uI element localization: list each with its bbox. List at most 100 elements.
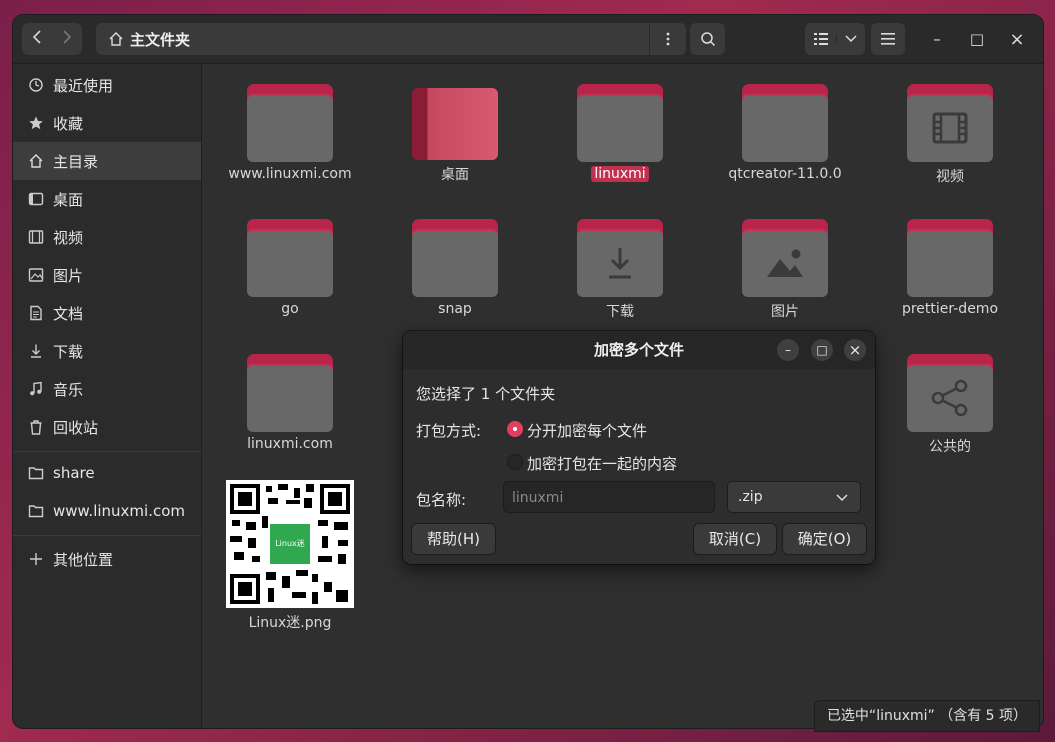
file-name: 图片 — [771, 304, 799, 320]
view-toggle-button[interactable] — [805, 33, 836, 45]
file-item[interactable]: prettier-demo — [875, 219, 1025, 317]
file-name: 视频 — [936, 169, 964, 185]
sidebar-item-desktop[interactable]: 桌面 — [13, 180, 201, 218]
sidebar-item-music[interactable]: 音乐 — [13, 370, 201, 408]
sidebar-divider — [13, 451, 201, 452]
sidebar-item-videos[interactable]: 视频 — [13, 218, 201, 256]
sidebar-item-linuxmi-bookmark[interactable]: www.linuxmi.com — [13, 492, 201, 530]
sidebar-item-label: 其他位置 — [53, 550, 114, 569]
folder-icon — [577, 84, 663, 162]
forward-button[interactable] — [52, 29, 82, 49]
back-button[interactable] — [22, 29, 52, 49]
sidebar-item-home[interactable]: 主目录 — [13, 142, 201, 180]
plus-icon — [25, 552, 47, 566]
dialog-minimize-button[interactable]: – — [777, 339, 799, 361]
file-name: qtcreator-11.0.0 — [728, 166, 842, 182]
file-item[interactable]: linuxmi — [545, 84, 695, 182]
list-view-icon — [813, 33, 828, 45]
file-item[interactable]: 视频 — [875, 84, 1025, 186]
sidebar-item-label: 视频 — [53, 228, 84, 247]
file-name: www.linuxmi.com — [228, 166, 352, 182]
sidebar-item-label: 桌面 — [53, 190, 84, 209]
chevron-down-icon — [836, 494, 848, 502]
chevron-down-icon — [845, 35, 857, 43]
cancel-button[interactable]: 取消(C) — [693, 523, 777, 555]
radio-together[interactable] — [507, 454, 523, 470]
image-icon — [25, 267, 47, 283]
qr-center-label: Linux迷 — [275, 539, 305, 548]
ok-button[interactable]: 确定(O) — [782, 523, 867, 555]
public-folder-icon — [907, 354, 993, 432]
desktop-icon — [25, 191, 47, 207]
minimize-glyph: – — [933, 30, 941, 48]
option-together-label[interactable]: 加密打包在一起的内容 — [527, 453, 677, 474]
sidebar-item-pictures[interactable]: 图片 — [13, 256, 201, 294]
selection-summary: 您选择了 1 个文件夹 — [416, 385, 556, 403]
status-bar: 已选中“linuxmi” （含有 5 项） — [814, 700, 1040, 732]
sidebar-item-downloads[interactable]: 下载 — [13, 332, 201, 370]
pack-mode-label: 打包方式: — [416, 422, 482, 440]
format-select[interactable]: .zip — [727, 481, 861, 513]
sidebar-item-label: 音乐 — [53, 380, 84, 399]
folder-icon — [25, 465, 47, 481]
minimize-button[interactable]: – — [925, 23, 949, 55]
dialog-close-button[interactable]: × — [844, 339, 866, 361]
close-button[interactable]: × — [1005, 23, 1029, 55]
sidebar: 最近使用 收藏 主目录 桌面 视频 图片 文档 下载 音乐 回收站 share … — [13, 64, 202, 728]
file-item[interactable]: 桌面 — [380, 84, 530, 184]
file-item[interactable]: 下载 — [545, 219, 695, 321]
folder-icon — [742, 84, 828, 162]
film-icon — [932, 112, 968, 144]
sidebar-item-label: 收藏 — [53, 114, 84, 133]
view-options-button[interactable] — [836, 35, 865, 43]
search-icon — [700, 32, 715, 47]
maximize-button[interactable]: □ — [965, 23, 989, 55]
home-icon — [109, 32, 123, 46]
file-name: prettier-demo — [901, 301, 999, 317]
maximize-glyph: □ — [816, 343, 828, 357]
sidebar-item-trash[interactable]: 回收站 — [13, 408, 201, 446]
dialog-title: 加密多个文件 — [593, 341, 684, 359]
film-icon — [25, 229, 47, 245]
file-item[interactable]: www.linuxmi.com — [215, 84, 365, 182]
file-item[interactable]: go — [215, 219, 365, 317]
sidebar-item-label: 最近使用 — [53, 76, 114, 95]
file-item[interactable]: qtcreator-11.0.0 — [710, 84, 860, 182]
file-name: Linux迷.png — [248, 615, 332, 631]
folder-icon — [247, 219, 333, 297]
dialog-maximize-button[interactable]: □ — [811, 339, 833, 361]
download-icon — [25, 343, 47, 359]
file-item[interactable]: 图片 — [710, 219, 860, 321]
downloads-folder-icon — [577, 219, 663, 297]
file-name: 公共的 — [929, 439, 971, 455]
radio-separate[interactable] — [507, 421, 523, 437]
file-name: 桌面 — [441, 167, 469, 183]
sidebar-item-label: 下载 — [53, 342, 84, 361]
option-separate-label[interactable]: 分开加密每个文件 — [527, 420, 647, 441]
file-item[interactable]: 公共的 — [875, 354, 1025, 456]
path-title: 主文件夹 — [130, 30, 191, 49]
videos-folder-icon — [907, 84, 993, 162]
path-menu-button[interactable] — [649, 23, 686, 55]
main-menu-button[interactable] — [871, 23, 905, 55]
sidebar-item-other-locations[interactable]: 其他位置 — [13, 540, 201, 578]
search-button[interactable] — [690, 23, 725, 55]
format-value: .zip — [738, 489, 763, 505]
star-icon — [25, 115, 47, 131]
location-bar[interactable]: 主文件夹 — [96, 23, 686, 55]
file-item[interactable]: linuxmi.com — [215, 354, 365, 452]
encrypt-dialog: 加密多个文件 – □ × 您选择了 1 个文件夹 打包方式: 分开加密每个文件 … — [403, 331, 875, 564]
sidebar-item-starred[interactable]: 收藏 — [13, 104, 201, 142]
file-name: linuxmi.com — [247, 436, 333, 452]
sidebar-item-share[interactable]: share — [13, 454, 201, 492]
help-button[interactable]: 帮助(H) — [411, 523, 496, 555]
file-item[interactable]: snap — [380, 219, 530, 317]
file-item[interactable]: Linux迷 Linux迷.png — [215, 480, 365, 632]
maximize-glyph: □ — [969, 30, 985, 48]
chevron-left-icon — [32, 30, 41, 44]
sidebar-item-recent[interactable]: 最近使用 — [13, 66, 201, 104]
header-bar: 主文件夹 – □ × — [13, 15, 1043, 64]
pack-name-input[interactable]: linuxmi — [503, 481, 715, 513]
sidebar-item-documents[interactable]: 文档 — [13, 294, 201, 332]
file-name: snap — [438, 301, 472, 317]
